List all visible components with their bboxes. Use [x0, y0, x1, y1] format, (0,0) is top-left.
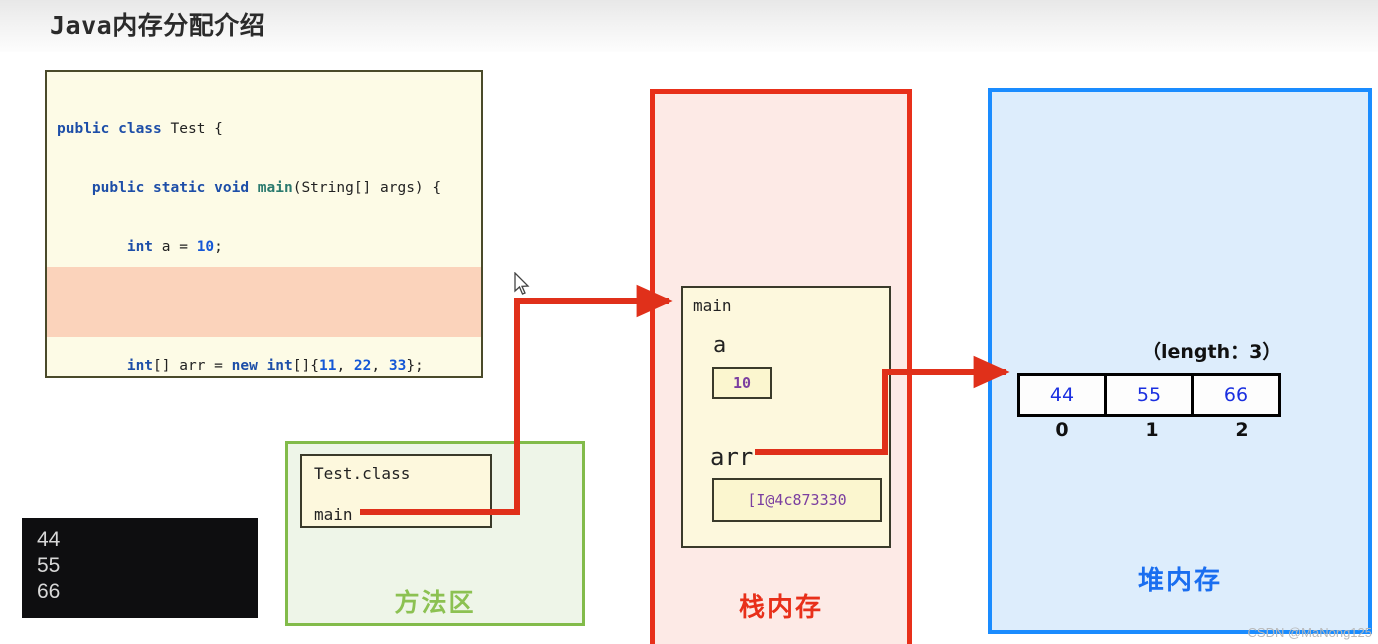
console-output: 44 55 66: [22, 518, 258, 618]
stack-memory-region: main a 10 arr [I@4c873330 栈内存: [650, 89, 912, 644]
array-index: 1: [1145, 419, 1159, 441]
array-cell: 55: [1107, 376, 1194, 414]
method-area-label: 方法区: [394, 588, 476, 617]
stack-memory-label: 栈内存: [738, 593, 823, 623]
code-line: int a = 10;: [126, 239, 223, 256]
code-line: public static void main(String[] args) {: [91, 179, 442, 196]
heap-array-index-row: 0 1 2: [1017, 419, 1287, 441]
heap-array-box: 44 55 66: [1017, 373, 1281, 417]
class-method-label: main: [314, 505, 353, 524]
code-panel: public class Test { public static void m…: [45, 70, 483, 378]
stack-frame-name: main: [693, 296, 732, 315]
code-line: public class Test {: [57, 120, 223, 137]
stack-var-arr-box: [I@4c873330: [712, 478, 882, 522]
console-line: 44: [37, 528, 61, 551]
stack-var-arr-label: arr: [710, 443, 754, 471]
page-title: Java内存分配介绍: [50, 11, 266, 40]
console-lines: 44 55 66: [22, 518, 258, 605]
array-cell: 44: [1020, 376, 1107, 414]
code-listing: public class Test { public static void m…: [47, 72, 481, 376]
stack-var-a-box: 10: [712, 367, 772, 399]
title-bar: Java内存分配介绍: [0, 0, 1378, 52]
stack-var-arr-value: [I@4c873330: [747, 491, 847, 509]
class-box: Test.class main: [300, 454, 492, 528]
array-cell: 66: [1194, 376, 1278, 414]
stack-var-a-label: a: [713, 333, 727, 358]
array-length-label: （length：3）: [1142, 341, 1282, 363]
array-index: 2: [1235, 419, 1249, 441]
mouse-pointer-icon: [514, 272, 530, 295]
method-area-region: Test.class main 方法区: [285, 441, 585, 626]
array-index: 0: [1055, 419, 1069, 441]
stack-var-a-value: 10: [732, 374, 752, 392]
class-name-label: Test.class: [314, 464, 411, 483]
code-line: int[] arr = new int[]{11, 22, 33};: [126, 358, 424, 375]
console-line: 55: [37, 554, 61, 577]
heap-memory-region: （length：3） 44 55 66 0 1 2 堆内存: [988, 88, 1372, 634]
watermark: CSDN @MaNong125: [1247, 625, 1372, 640]
heap-memory-label: 堆内存: [1137, 566, 1222, 596]
console-line: 66: [37, 580, 61, 603]
stack-frame-main: main a 10 arr [I@4c873330: [681, 286, 891, 548]
